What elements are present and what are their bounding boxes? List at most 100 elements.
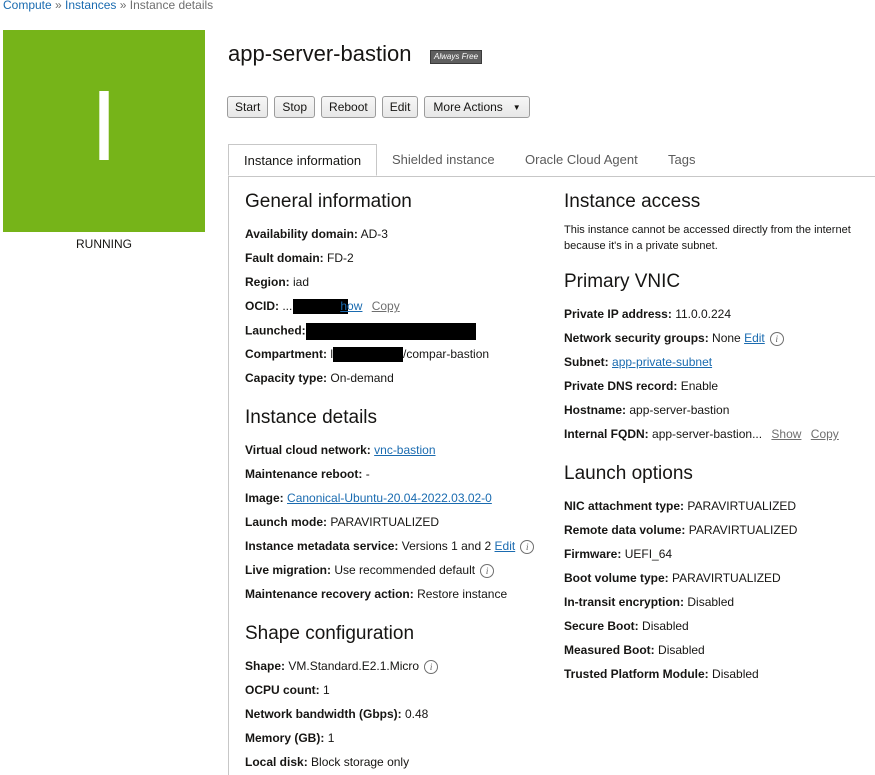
general-information-title: General information (245, 191, 412, 212)
field-label: Virtual cloud network: (245, 443, 371, 457)
more-actions-button[interactable]: More Actions ▼ (424, 96, 530, 118)
field-value: Disabled (658, 643, 705, 657)
shape-configuration-title: Shape configuration (245, 623, 415, 644)
subnet-link[interactable]: app-private-subnet (612, 355, 712, 369)
network-bandwidth-row: Network bandwidth (Gbps): 0.48 (245, 707, 428, 721)
field-label: Fault domain: (245, 251, 324, 265)
info-icon[interactable]: i (480, 563, 495, 578)
availability-domain-row: Availability domain: AD-3 (245, 227, 388, 241)
breadcrumb: Compute » Instances » Instance details (3, 0, 213, 12)
field-label: Region: (245, 275, 290, 289)
field-label: Maintenance recovery action: (245, 587, 414, 601)
field-value: Block storage only (311, 755, 410, 769)
info-icon[interactable]: i (424, 659, 439, 674)
field-label: Internal FQDN: (564, 427, 649, 441)
field-label: Availability domain: (245, 227, 358, 241)
fqdn-copy-link[interactable]: Copy (811, 427, 839, 441)
nsg-edit-link[interactable]: Edit (744, 331, 765, 345)
in-transit-row: In-transit encryption: Disabled (564, 595, 734, 609)
caret-down-icon: ▼ (512, 102, 521, 112)
image-link[interactable]: Canonical-Ubuntu-20.04-2022.03.02-0 (287, 491, 492, 505)
start-button[interactable]: Start (227, 96, 269, 118)
field-label: Subnet: (564, 355, 609, 369)
page-title: app-server-bastion (228, 41, 412, 66)
tab-tags[interactable]: Tags (668, 144, 695, 175)
field-label: Shape: (245, 659, 286, 673)
launched-row: Launched: (245, 323, 476, 340)
field-label: Compartment: (245, 347, 328, 361)
field-value: PARAVIRTUALIZED (672, 571, 781, 585)
breadcrumb-separator: » (116, 0, 130, 12)
reboot-button[interactable]: Reboot (321, 96, 376, 118)
nic-attachment-row: NIC attachment type: PARAVIRTUALIZED (564, 499, 796, 513)
maintenance-recovery-row: Maintenance recovery action: Restore ins… (245, 587, 507, 601)
field-label: Hostname: (564, 403, 627, 417)
breadcrumb-compute[interactable]: Compute (3, 0, 52, 12)
breadcrumb-current: Instance details (129, 0, 214, 12)
field-value: Enable (680, 379, 719, 393)
field-value: Versions 1 and 2 (401, 539, 492, 553)
breadcrumb-instances[interactable]: Instances (65, 0, 116, 12)
field-label: Network security groups: (564, 331, 709, 345)
instance-status-tile: I (3, 30, 205, 232)
field-label: NIC attachment type: (564, 499, 685, 513)
metadata-service-row: Instance metadata service: Versions 1 an… (245, 539, 535, 554)
field-value: PARAVIRTUALIZED (688, 523, 798, 537)
field-value: Use recommended default (334, 563, 476, 577)
field-value: Disabled (712, 667, 759, 681)
tpm-row: Trusted Platform Module: Disabled (564, 667, 759, 681)
ocpu-count-row: OCPU count: 1 (245, 683, 330, 697)
field-label: Image: (245, 491, 284, 505)
ocid-show-link[interactable]: how (340, 299, 362, 313)
metadata-service-edit-link[interactable]: Edit (495, 539, 516, 553)
live-migration-row: Live migration: Use recommended default i (245, 563, 495, 578)
instance-information-panel: General information Availability domain:… (228, 176, 875, 775)
field-value: 1 (323, 683, 330, 697)
dns-record-row: Private DNS record: Enable (564, 379, 718, 393)
shape-row: Shape: VM.Standard.E2.1.Micro i (245, 659, 439, 674)
redacted-launched-date (305, 323, 476, 340)
field-value: 11.0.0.224 (675, 307, 732, 321)
nsg-row: Network security groups: None Edit i (564, 331, 784, 346)
tab-shielded-instance[interactable]: Shielded instance (392, 144, 495, 175)
always-free-badge: Always Free (430, 50, 483, 64)
edit-button[interactable]: Edit (381, 96, 419, 118)
field-value: 1 (327, 731, 335, 745)
launch-options-title: Launch options (564, 463, 693, 484)
field-label: Boot volume type: (564, 571, 669, 585)
subnet-row: Subnet: app-private-subnet (564, 355, 712, 369)
field-value: UEFI_64 (624, 547, 673, 561)
field-label: In-transit encryption: (564, 595, 685, 609)
private-ip-row: Private IP address: 11.0.0.224 (564, 307, 731, 321)
maintenance-reboot-row: Maintenance reboot: - (245, 467, 370, 481)
field-label: Launched: (245, 323, 306, 338)
tab-instance-information[interactable]: Instance information (228, 144, 378, 176)
info-icon[interactable]: i (520, 539, 535, 554)
compartment-row: Compartment: l/compar-bastion (245, 347, 490, 363)
info-icon[interactable]: i (769, 331, 784, 346)
field-value: Disabled (642, 619, 689, 633)
stop-button[interactable]: Stop (274, 96, 316, 118)
field-value: FD-2 (327, 251, 354, 265)
memory-row: Memory (GB): 1 (245, 731, 334, 745)
instance-status-label: RUNNING (76, 237, 132, 251)
field-value: VM.Standard.E2.1.Micro (288, 659, 420, 673)
ocid-copy-link[interactable]: Copy (372, 299, 400, 313)
tab-oracle-cloud-agent[interactable]: Oracle Cloud Agent (525, 144, 638, 175)
field-label: Launch mode: (245, 515, 328, 529)
field-value: None (712, 331, 741, 345)
field-value: /compar-bastion (403, 347, 490, 361)
vcn-link[interactable]: vnc-bastion (374, 443, 435, 457)
field-label: Private DNS record: (564, 379, 678, 393)
region-row: Region: iad (245, 275, 309, 289)
field-label: Capacity type: (245, 371, 328, 385)
field-value: 0.48 (405, 707, 429, 721)
firmware-row: Firmware: UEFI_64 (564, 547, 672, 561)
field-label: Maintenance reboot: (245, 467, 363, 481)
field-label: Measured Boot: (564, 643, 655, 657)
field-label: OCPU count: (245, 683, 320, 697)
breadcrumb-separator: » (51, 0, 66, 12)
instance-details-title: Instance details (245, 407, 378, 428)
fqdn-show-link[interactable]: Show (771, 427, 801, 441)
field-value: PARAVIRTUALIZED (687, 499, 797, 513)
